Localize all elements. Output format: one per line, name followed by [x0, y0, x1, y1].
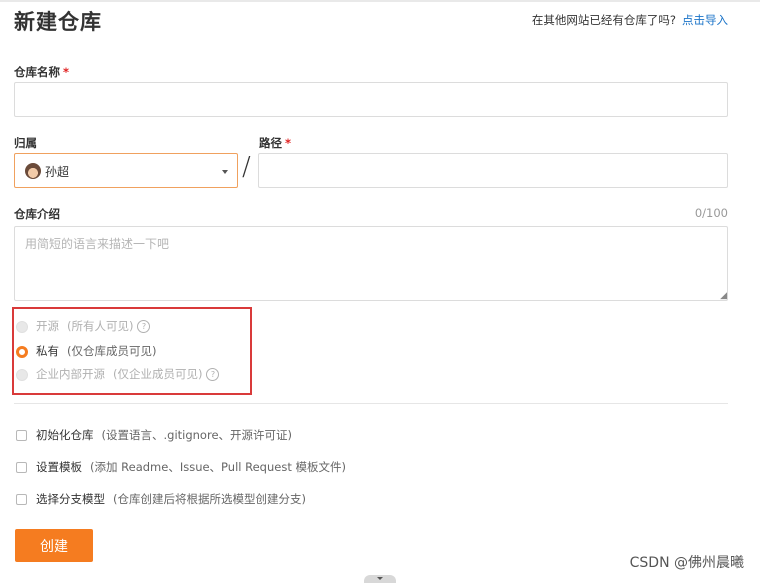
scroll-down-handle[interactable] [364, 575, 396, 583]
option-note: (添加 Readme、Issue、Pull Request 模板文件) [90, 460, 346, 474]
option-label: 初始化仓库 [36, 428, 94, 442]
page-title: 新建仓库 [14, 10, 102, 34]
visibility-option-enterprise[interactable]: 企业内部开源 (仅企业成员可见)? [16, 366, 220, 382]
checkbox[interactable] [16, 430, 27, 441]
option-label: 开源 [36, 319, 59, 333]
repo-name-label-text: 仓库名称 [14, 65, 60, 79]
description-char-counter: 0/100 [694, 206, 728, 220]
option-note: (设置语言、.gitignore、开源许可证) [101, 428, 293, 442]
path-input[interactable] [258, 153, 728, 188]
repo-name-input[interactable] [14, 82, 728, 117]
option-label: 设置模板 [36, 460, 82, 474]
visibility-option-private[interactable]: 私有 (仅仓库成员可见) [16, 343, 156, 359]
path-label-text: 路径 [259, 136, 282, 150]
help-icon[interactable]: ? [206, 368, 220, 381]
import-prompt: 在其他网站已经有仓库了吗? 点击导入 [532, 12, 728, 28]
resize-grip-icon[interactable]: ◢ [720, 291, 727, 301]
create-button[interactable]: 创建 [15, 529, 93, 562]
init-repo-option[interactable]: 初始化仓库 (设置语言、.gitignore、开源许可证) [16, 427, 292, 443]
option-note: (所有人可见) [67, 319, 134, 333]
radio-icon [16, 368, 28, 381]
import-prompt-text: 在其他网站已经有仓库了吗? [531, 13, 676, 27]
option-label: 选择分支模型 [36, 492, 105, 506]
owner-selected-value: 孙超 [45, 165, 70, 179]
option-note: (仅仓库成员可见) [67, 344, 157, 358]
section-divider [14, 403, 728, 404]
help-icon[interactable]: ? [137, 320, 151, 333]
required-mark: * [285, 136, 292, 150]
top-border [0, 0, 760, 2]
required-mark: * [63, 65, 70, 79]
description-textarea[interactable] [14, 226, 728, 301]
radio-selected-icon [16, 345, 28, 358]
visibility-option-open-source[interactable]: 开源 (所有人可见)? [16, 318, 151, 334]
repo-name-label: 仓库名称 * [14, 64, 69, 80]
template-option[interactable]: 设置模板 (添加 Readme、Issue、Pull Request 模板文件) [16, 459, 346, 475]
caret-down-icon [222, 170, 228, 174]
checkbox[interactable] [16, 462, 27, 473]
owner-select[interactable]: 孙超 [14, 153, 238, 188]
description-label: 仓库介绍 [14, 207, 60, 221]
watermark: CSDN @佛州晨曦 [629, 555, 744, 571]
option-label: 私有 [36, 344, 59, 358]
import-link[interactable]: 点击导入 [682, 13, 728, 27]
avatar [25, 163, 41, 179]
option-note: (仅企业成员可见) [113, 367, 203, 381]
radio-icon [16, 320, 28, 333]
option-label: 企业内部开源 [36, 367, 105, 381]
path-label: 路径 * [259, 135, 291, 151]
path-separator: / [242, 152, 251, 182]
checkbox[interactable] [16, 494, 27, 505]
branch-model-option[interactable]: 选择分支模型 (仓库创建后将根据所选模型创建分支) [16, 491, 306, 507]
option-note: (仓库创建后将根据所选模型创建分支) [113, 492, 306, 506]
owner-label: 归属 [14, 136, 37, 150]
